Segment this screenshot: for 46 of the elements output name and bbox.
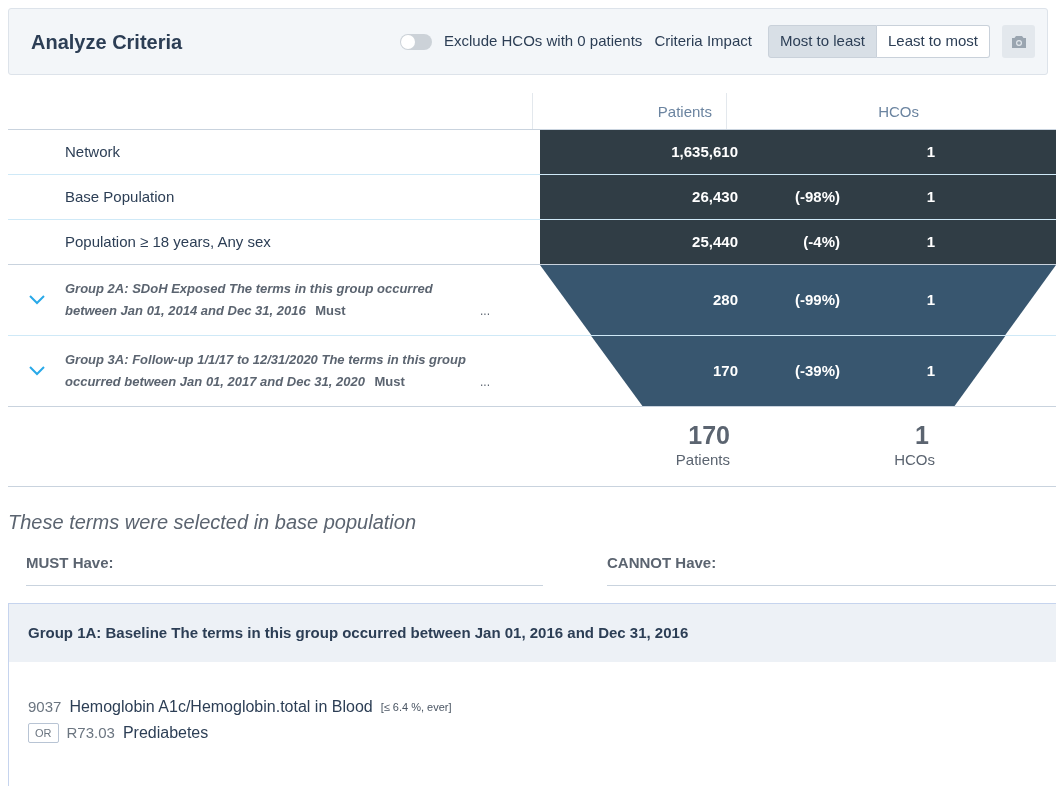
total-label: HCOs [894, 450, 935, 470]
term-qualifier: [≤ 6.4 %, ever] [380, 699, 452, 715]
percent-change: (-99%) [795, 291, 840, 308]
patient-count: 1,635,610 [670, 141, 738, 162]
operator-tag: OR [28, 723, 59, 743]
impact-label: Criteria Impact [654, 31, 752, 52]
sort-option[interactable]: Least to most [876, 25, 990, 58]
more-icon[interactable]: ... [480, 371, 490, 393]
percent-change: (-98%) [795, 188, 840, 205]
criteria-label: Network [65, 141, 120, 162]
group-title: Group 1A: Baseline The terms in this group occurred between Jan 01, 2016 and Dec 31, 2016 [28, 622, 689, 643]
hco-count: 1 [926, 188, 935, 205]
chevron-down-icon[interactable] [28, 295, 46, 305]
total-value: 1 [915, 421, 930, 449]
hco-count: 1 [926, 362, 935, 379]
term-code: R73.03 [66, 722, 115, 743]
criteria-label: Population ≥ 18 years, Any sex [65, 231, 271, 252]
patient-count: 280 [711, 289, 738, 310]
term-name: Prediabetes [122, 723, 209, 743]
more-icon[interactable]: ... [480, 300, 490, 322]
chevron-down-icon[interactable] [28, 366, 46, 376]
camera-icon[interactable] [1002, 25, 1035, 58]
page-title: Analyze Criteria [31, 29, 183, 55]
sort-option[interactable]: Most to least [767, 25, 877, 58]
patient-count: 26,430 [691, 186, 738, 207]
must-have-label: MUST Have: [26, 554, 114, 571]
hco-count: 1 [926, 233, 935, 250]
term-code: 9037 [28, 696, 62, 717]
percent-change: (-4%) [803, 233, 840, 250]
percent-change: (-39%) [795, 362, 840, 379]
patient-count: 25,440 [691, 231, 738, 252]
section-title: These terms were selected in base population [8, 511, 416, 533]
total-value: 170 [688, 421, 730, 449]
criteria-group-label: Group 2A: SDoH Exposed The terms in this group occurred between Jan 01, 2014 and Dec 31, 2016 Must [65, 280, 434, 320]
total-label: Patients [675, 450, 730, 470]
criteria-group-label: Group 3A: Follow-up 1/1/17 to 12/31/2020 The terms in this group occurred between Jan 01, 2017 and Dec 31, 2020 Must [65, 351, 467, 391]
patient-count: 170 [711, 360, 738, 381]
criteria-label: Base Population [65, 186, 175, 207]
hco-count: 1 [926, 291, 935, 308]
toggle-label: Exclude HCOs with 0 patients [443, 31, 643, 52]
cannot-have-label: CANNOT Have: [607, 554, 717, 571]
hco-count: 1 [926, 143, 935, 160]
term-name: Hemoglobin A1c/Hemoglobin.total in Blood [69, 697, 373, 717]
toggle-switch[interactable] [399, 33, 432, 50]
column-header: HCOs [877, 102, 920, 122]
column-header: Patients [533, 93, 727, 129]
